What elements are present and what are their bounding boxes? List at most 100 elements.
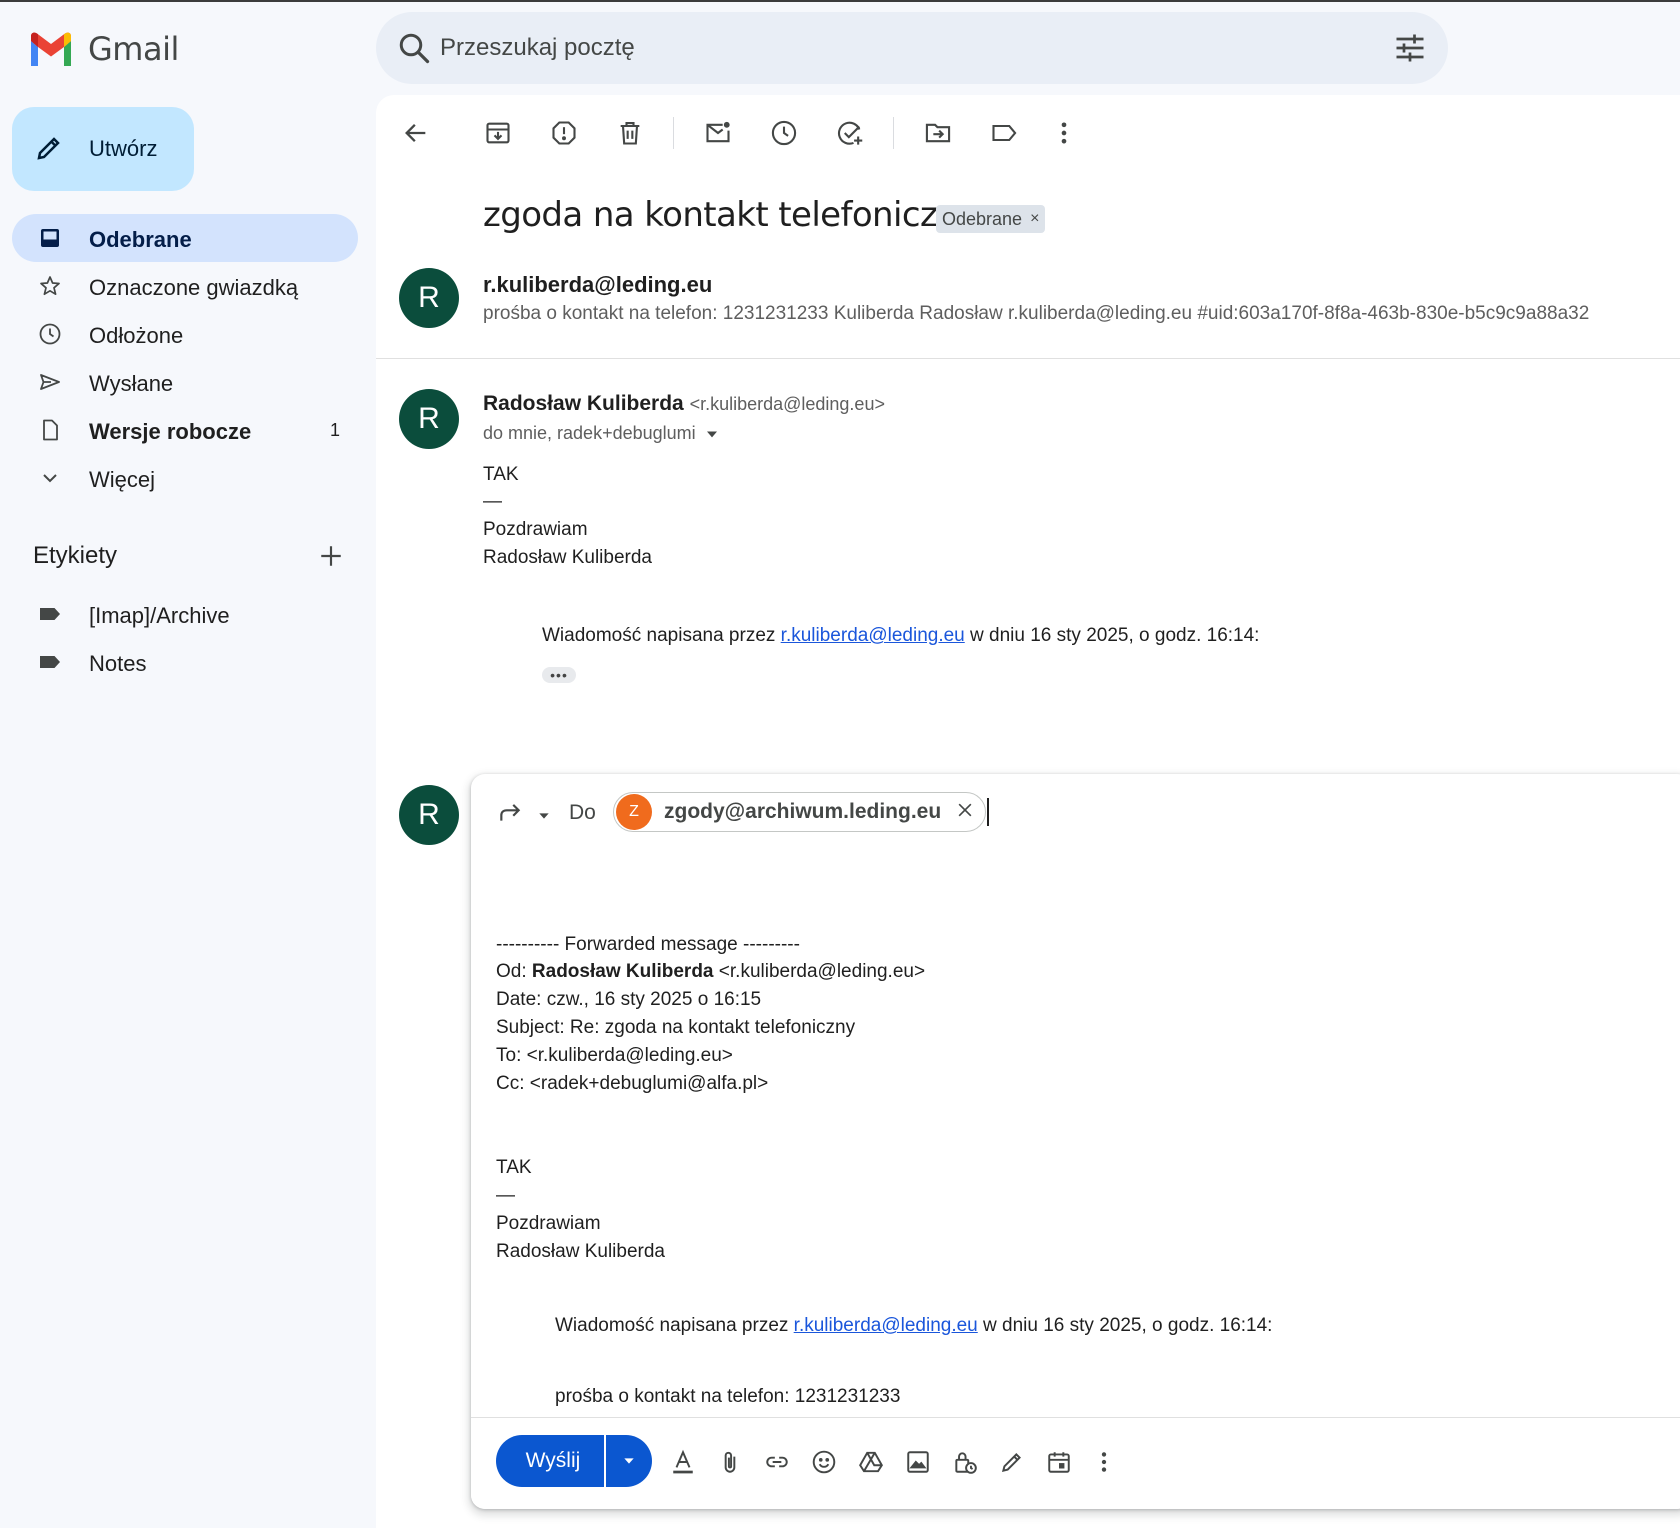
inbox-label-chip[interactable]: Odebrane × bbox=[936, 205, 1046, 233]
collapsed-snippet[interactable]: prośba o kontakt na telefon: 1231231233 … bbox=[483, 303, 1589, 325]
forwarded-header-line: ---------- Forwarded message --------- bbox=[496, 934, 800, 955]
delete-icon[interactable] bbox=[616, 119, 644, 147]
quote-prefix: Wiadomość napisana przez bbox=[555, 1315, 794, 1336]
attach-icon[interactable] bbox=[717, 1449, 743, 1475]
sidebar-item-drafts[interactable]: Wersje robocze 1 bbox=[12, 406, 358, 454]
search-icon[interactable] bbox=[396, 30, 432, 71]
sidebar-item-starred[interactable]: Oznaczone gwiazdką bbox=[12, 262, 358, 310]
search-bar[interactable] bbox=[376, 12, 1448, 84]
forward-compose-box[interactable]: Do Z zgody@archiwum.leding.eu ----------… bbox=[471, 774, 1680, 1509]
recipient-address: zgody@archiwum.leding.eu bbox=[664, 800, 942, 823]
thread-subject: zgoda na kontakt telefoniczny bbox=[483, 195, 978, 235]
back-arrow-icon[interactable] bbox=[402, 119, 430, 147]
photo-icon[interactable] bbox=[905, 1449, 931, 1475]
confidential-mode-icon[interactable] bbox=[952, 1449, 978, 1475]
recipients-line[interactable]: do mnie, radek+debuglumi bbox=[483, 423, 722, 444]
label-icon bbox=[38, 650, 62, 674]
add-label-icon[interactable] bbox=[318, 543, 344, 574]
remove-recipient-icon[interactable] bbox=[955, 800, 975, 825]
search-options-icon[interactable] bbox=[1392, 30, 1428, 71]
mark-unread-icon[interactable] bbox=[704, 119, 732, 147]
forwarded-from-line: Od: Radosław Kuliberda <r.kuliberda@ledi… bbox=[496, 961, 925, 983]
remove-label-icon[interactable]: × bbox=[1030, 205, 1039, 233]
more-vert-icon[interactable] bbox=[1050, 119, 1078, 147]
draft-icon bbox=[38, 418, 62, 442]
recipient-avatar: Z bbox=[616, 794, 652, 830]
avatar: R bbox=[399, 785, 459, 845]
sidebar-item-label: Odłożone bbox=[89, 323, 184, 348]
show-trimmed-content-button[interactable]: ••• bbox=[542, 667, 576, 683]
send-icon bbox=[38, 370, 62, 394]
sidebar-item-label: Odebrane bbox=[89, 227, 192, 252]
forwarded-subject-line: Subject: Re: zgoda na kontakt telefonicz… bbox=[496, 1017, 856, 1038]
caret-down-icon[interactable] bbox=[702, 424, 722, 444]
sidebar-label-notes[interactable]: Notes bbox=[12, 638, 358, 686]
sidebar-item-snoozed[interactable]: Odłożone bbox=[12, 310, 358, 358]
label-icon bbox=[38, 602, 62, 626]
signature-icon[interactable] bbox=[999, 1449, 1025, 1475]
avatar-letter: R bbox=[418, 402, 440, 435]
sender-name[interactable]: Radosław Kuliberda bbox=[483, 392, 684, 415]
link-icon[interactable] bbox=[764, 1449, 790, 1475]
message-body-line: Radosław Kuliberda bbox=[483, 547, 652, 568]
from-label: Od: bbox=[496, 961, 532, 982]
more-options-icon[interactable] bbox=[1091, 1449, 1117, 1475]
window-top-border bbox=[0, 0, 1680, 2]
from-name: Radosław Kuliberda bbox=[531, 961, 714, 982]
quote-email-link[interactable]: r.kuliberda@leding.eu bbox=[781, 625, 965, 646]
pencil-icon bbox=[34, 133, 64, 168]
formatting-icon[interactable] bbox=[670, 1449, 696, 1475]
send-options-button[interactable] bbox=[606, 1435, 652, 1487]
avatar[interactable]: R bbox=[399, 268, 459, 328]
quote-prefix: Wiadomość napisana przez bbox=[542, 625, 781, 646]
sidebar-item-inbox[interactable]: Odebrane bbox=[12, 214, 358, 262]
clock-icon bbox=[38, 322, 62, 346]
forward-header: Do Z zgody@archiwum.leding.eu bbox=[471, 774, 1680, 850]
gmail-logo[interactable]: Gmail bbox=[28, 30, 179, 68]
recipient-chip[interactable]: Z zgody@archiwum.leding.eu bbox=[613, 792, 987, 832]
search-input[interactable] bbox=[440, 28, 1340, 68]
forwarded-date-line: Date: czw., 16 sty 2025 o 16:15 bbox=[496, 989, 762, 1010]
message-body-line: TAK bbox=[483, 464, 519, 485]
send-button[interactable]: Wyślij bbox=[496, 1435, 604, 1487]
forwarded-body-line: — bbox=[496, 1185, 515, 1206]
star-icon bbox=[38, 274, 62, 298]
to-label: Do bbox=[569, 801, 596, 824]
inbox-icon bbox=[38, 226, 62, 250]
sidebar-item-sent[interactable]: Wysłane bbox=[12, 358, 358, 406]
gmail-m-icon bbox=[31, 32, 71, 66]
schedule-send-icon[interactable] bbox=[1046, 1449, 1072, 1475]
archive-icon[interactable] bbox=[484, 119, 512, 147]
labels-heading: Etykiety bbox=[33, 542, 118, 569]
recipients-text: do mnie, radek+debuglumi bbox=[483, 423, 696, 443]
compose-button[interactable]: Utwórz bbox=[12, 107, 194, 191]
forwarded-cc-line: Cc: <radek+debuglumi@alfa.pl> bbox=[496, 1073, 769, 1094]
avatar-letter: R bbox=[418, 281, 440, 314]
reply-type-dropdown-icon[interactable] bbox=[536, 808, 552, 829]
quote-email-link[interactable]: r.kuliberda@leding.eu bbox=[794, 1315, 978, 1336]
report-spam-icon[interactable] bbox=[550, 119, 578, 147]
message-body-line: Pozdrawiam bbox=[483, 519, 588, 540]
snooze-icon[interactable] bbox=[770, 119, 798, 147]
emoji-icon[interactable] bbox=[811, 1449, 837, 1475]
drafts-count: 1 bbox=[329, 420, 340, 440]
collapsed-sender[interactable]: r.kuliberda@leding.eu bbox=[483, 272, 712, 298]
forwarded-to-line: To: <r.kuliberda@leding.eu> bbox=[496, 1045, 733, 1066]
avatar[interactable]: R bbox=[399, 389, 459, 449]
message-divider bbox=[376, 358, 1680, 359]
sidebar-item-label: Wersje robocze bbox=[89, 419, 252, 444]
forwarded-body-line: TAK bbox=[496, 1157, 532, 1178]
text-cursor bbox=[987, 798, 989, 826]
sidebar-item-label: [Imap]/Archive bbox=[89, 603, 230, 628]
sidebar-label-imap-archive[interactable]: [Imap]/Archive bbox=[12, 590, 358, 638]
compose-label: Utwórz bbox=[89, 136, 158, 161]
quote-suffix: w dniu 16 sty 2025, o godz. 16:14: bbox=[977, 1315, 1273, 1336]
sender-line: Radosław Kuliberda <r.kuliberda@leding.e… bbox=[483, 392, 885, 416]
forward-icon[interactable] bbox=[497, 800, 523, 831]
move-to-icon[interactable] bbox=[924, 119, 952, 147]
message-body-line: — bbox=[483, 491, 502, 512]
sidebar-item-more[interactable]: Więcej bbox=[12, 454, 358, 502]
add-task-icon[interactable] bbox=[836, 119, 864, 147]
drive-icon[interactable] bbox=[858, 1449, 884, 1475]
label-as-icon[interactable] bbox=[990, 119, 1018, 147]
